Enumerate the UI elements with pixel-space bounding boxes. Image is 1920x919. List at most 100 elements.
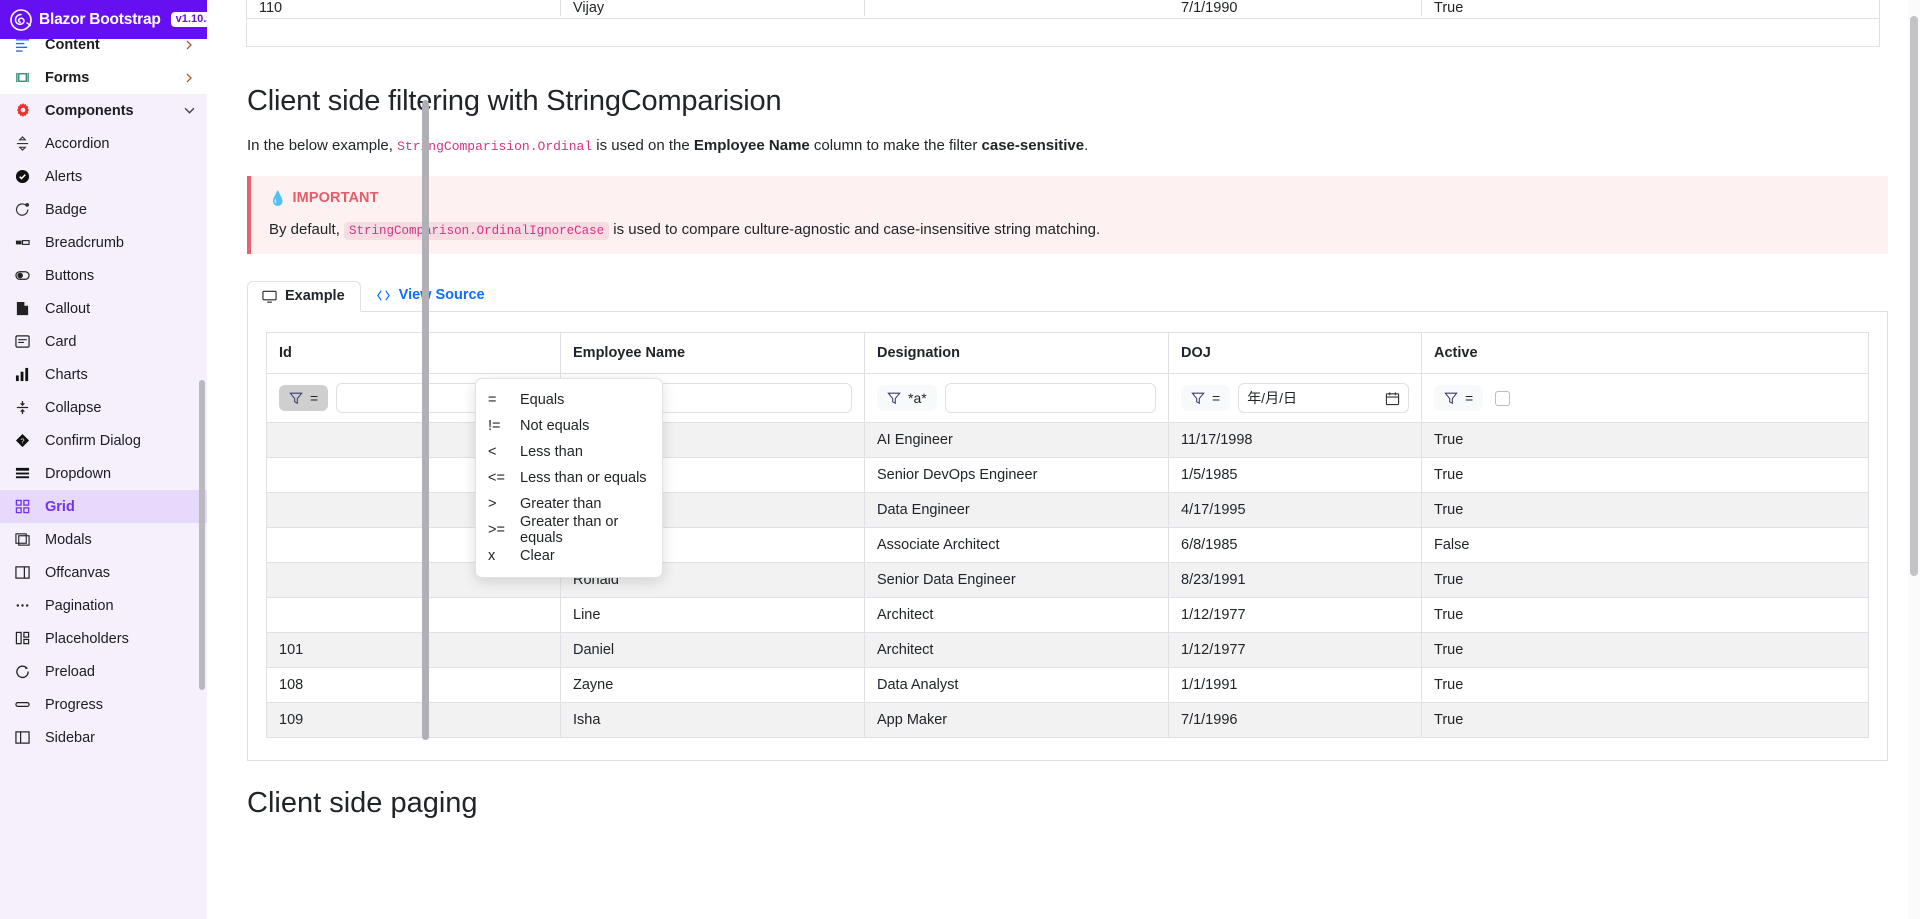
main-content: 110 Vijay 7/1/1990 True Client side filt… (207, 0, 1920, 919)
sidebar-item-sidebar[interactable]: Sidebar (0, 721, 207, 754)
tab-view-source[interactable]: View Source (361, 280, 501, 311)
sidebar-label-placeholders: Placeholders (45, 630, 129, 647)
tab-view-source-label: View Source (398, 287, 485, 304)
sidebar-item-buttons[interactable]: Buttons (0, 259, 207, 292)
sidebar-item-alerts[interactable]: Alerts (0, 160, 207, 193)
sidebar-item-charts[interactable]: Charts (0, 358, 207, 391)
callout-heading: 💧 IMPORTANT (269, 190, 1870, 206)
column-header-doj[interactable]: DOJ (1168, 332, 1422, 374)
sidebar-item-accordion[interactable]: Accordion (0, 127, 207, 160)
table-row[interactable]: 101 Daniel Architect 1/12/1977 True (266, 632, 1869, 668)
callout-body: By default, StringComparison.OrdinalIgno… (269, 221, 1870, 240)
dropdown-item-not-equals[interactable]: != Not equals (476, 413, 662, 439)
dropdown-label-equals: Equals (520, 392, 565, 408)
filter-input-designation[interactable] (944, 383, 1156, 413)
sidebar-item-placeholders[interactable]: Placeholders (0, 622, 207, 655)
offcanvas-icon (14, 564, 31, 581)
alert-check-icon (14, 168, 31, 185)
filter-input-employee-name[interactable] (640, 383, 852, 413)
dropdown-item-clear[interactable]: x Clear (476, 543, 662, 569)
calendar-icon[interactable] (1385, 391, 1400, 406)
sidebar-item-badge[interactable]: Badge (0, 193, 207, 226)
cell-designation: Architect (864, 597, 1169, 633)
callout-title-text: IMPORTANT (292, 190, 379, 206)
sidebar-scrollbar-thumb[interactable] (199, 380, 205, 690)
cell-active: True (1421, 597, 1869, 633)
sidebar-item-offcanvas[interactable]: Offcanvas (0, 556, 207, 589)
preload-icon (14, 663, 31, 680)
sidebar-label-forms: Forms (45, 69, 90, 86)
filter-operator-button-id[interactable]: = (279, 385, 329, 411)
dropdown-label-greater-than-or-equals: Greater than or equals (520, 514, 619, 546)
cell-active: True (1434, 0, 1464, 16)
dropdown-item-less-than-or-equals[interactable]: <= Less than or equals (476, 465, 662, 491)
sidebar-item-modals[interactable]: Modals (0, 523, 207, 556)
page-scrollbar-track[interactable] (1908, 0, 1920, 919)
filter-operator-button-active[interactable]: = (1434, 385, 1484, 411)
lede-text-3: column to make the filter (809, 137, 982, 154)
filter-operator-button-doj[interactable]: = (1181, 385, 1231, 411)
sidebar-label-alerts: Alerts (45, 168, 83, 185)
dropdown-item-equals[interactable]: = Equals (476, 387, 662, 413)
sidebar-item-pagination[interactable]: Pagination (0, 589, 207, 622)
sidebar-label-badge: Badge (45, 201, 87, 218)
cell-doj: 4/17/1995 (1168, 492, 1422, 528)
funnel-icon (1191, 392, 1205, 405)
tab-example[interactable]: Example (247, 281, 361, 312)
code-icon (376, 288, 391, 303)
dropdown-op-less-than: < (488, 444, 497, 460)
sidebar-label-modals: Modals (45, 531, 92, 548)
sidebar-item-confirm-dialog[interactable]: ? Confirm Dialog (0, 424, 207, 457)
column-header-designation[interactable]: Designation (864, 332, 1169, 374)
grid-header-row: Id Employee Name Designation DOJ Active (266, 332, 1869, 374)
dropdown-op-equals: = (488, 392, 497, 408)
sidebar-item-dropdown[interactable]: Dropdown (0, 457, 207, 490)
sidebar-item-preload[interactable]: Preload (0, 655, 207, 688)
chevron-right-icon (183, 40, 195, 50)
sidebar-item-components[interactable]: Components (0, 94, 207, 127)
brand-header[interactable]: Blazor Bootstrap v1.10.5 (0, 0, 207, 39)
cell-active: True (1421, 422, 1869, 458)
table-row[interactable]: 108 Zayne Data Analyst 1/1/1991 True (266, 667, 1869, 703)
filter-operator-label-designation: *a* (908, 390, 927, 406)
column-header-active[interactable]: Active (1421, 332, 1869, 374)
column-header-id[interactable]: Id (266, 332, 561, 374)
filter-operator-dropdown[interactable]: = Equals != Not equals < Less than <= Le… (475, 378, 663, 578)
badge-icon (14, 201, 31, 218)
sidebar-item-callout[interactable]: Callout (0, 292, 207, 325)
cell-doj: 1/1/1991 (1168, 667, 1422, 703)
content-scrollbar-thumb[interactable] (422, 100, 429, 740)
sidebar-item-breadcrumb[interactable]: Breadcrumb (0, 226, 207, 259)
cell-active: True (1421, 492, 1869, 528)
page-scrollbar-thumb[interactable] (1910, 16, 1918, 576)
previous-example-table: 110 Vijay 7/1/1990 True (246, 0, 1880, 47)
cell-active: True (1421, 667, 1869, 703)
filter-date-input-doj[interactable]: 年/月/日 (1238, 383, 1409, 413)
cell-id (266, 597, 561, 633)
table-row[interactable]: 109 Isha App Maker 7/1/1996 True (266, 702, 1869, 738)
cell-designation: Data Analyst (864, 667, 1169, 703)
dropdown-label-less-than: Less than (520, 444, 583, 460)
filter-operator-button-designation[interactable]: *a* (877, 385, 937, 411)
dropdown-item-less-than[interactable]: < Less than (476, 439, 662, 465)
sidebar-item-progress[interactable]: Progress (0, 688, 207, 721)
chevron-right-icon (183, 73, 195, 83)
collapse-icon (14, 399, 31, 416)
sidebar-item-card[interactable]: Card (0, 325, 207, 358)
sidebar-label-card: Card (45, 333, 77, 350)
monitor-icon (262, 289, 277, 304)
dropdown-label-less-than-or-equals: Less than or equals (520, 470, 647, 486)
table-row[interactable]: Line Architect 1/12/1977 True (266, 597, 1869, 633)
sidebar-item-grid[interactable]: Grid (0, 490, 207, 523)
column-header-employee-name[interactable]: Employee Name (560, 332, 865, 374)
lede-text-4: . (1084, 137, 1089, 154)
dropdown-label-greater-than: Greater than (520, 496, 602, 512)
cell-designation: Senior DevOps Engineer (864, 457, 1169, 493)
dropdown-item-greater-than-or-equals[interactable]: >= Greater than or equals (476, 514, 662, 546)
sidebar-label-confirm-dialog: Confirm Dialog (45, 432, 141, 449)
cell-active: False (1421, 527, 1869, 563)
sidebar-item-collapse[interactable]: Collapse (0, 391, 207, 424)
filter-checkbox-active[interactable] (1495, 390, 1511, 406)
dropdown-label-clear: Clear (520, 548, 555, 564)
sidebar-item-forms[interactable]: Forms (0, 61, 207, 94)
